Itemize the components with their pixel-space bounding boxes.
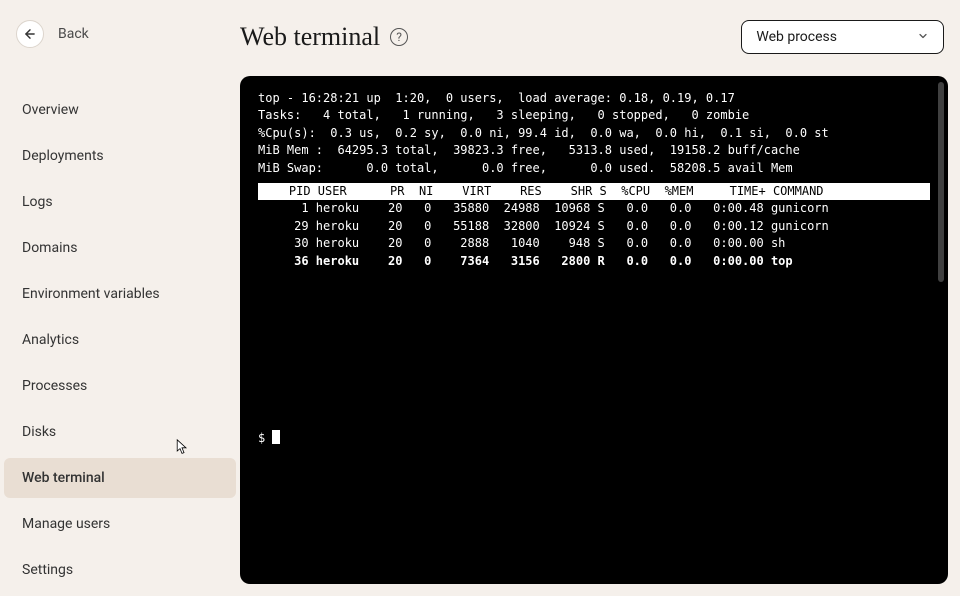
- sidebar-item-label: Settings: [22, 562, 73, 578]
- terminal-table-header: PID USER PR NI VIRT RES SHR S %CPU %MEM …: [258, 183, 930, 200]
- page-title-wrap: Web terminal ?: [240, 22, 408, 52]
- sidebar-item-label: Disks: [22, 424, 56, 440]
- terminal-summary-line: MiB Swap: 0.0 total, 0.0 free, 0.0 used.…: [258, 160, 930, 177]
- terminal-table-row: 36 heroku 20 0 7364 3156 2800 R 0.0 0.0 …: [258, 253, 930, 270]
- sidebar: Back Overview Deployments Logs Domains E…: [0, 0, 240, 596]
- sidebar-item-label: Overview: [22, 102, 79, 118]
- sidebar-item-analytics[interactable]: Analytics: [4, 320, 236, 360]
- main-content: Web terminal ? Web process top - 16:28:2…: [240, 0, 960, 596]
- terminal-process-table: PID USER PR NI VIRT RES SHR S %CPU %MEM …: [258, 183, 930, 270]
- sidebar-item-web-terminal[interactable]: Web terminal: [4, 458, 236, 498]
- sidebar-item-settings[interactable]: Settings: [4, 550, 236, 590]
- sidebar-item-label: Deployments: [22, 148, 104, 164]
- terminal-table-row: 30 heroku 20 0 2888 1040 948 S 0.0 0.0 0…: [258, 235, 930, 252]
- terminal[interactable]: top - 16:28:21 up 1:20, 0 users, load av…: [240, 76, 948, 584]
- terminal-summary-line: MiB Mem : 64295.3 total, 39823.3 free, 5…: [258, 142, 930, 159]
- sidebar-item-manage-users[interactable]: Manage users: [4, 504, 236, 544]
- header-row: Web terminal ? Web process: [240, 20, 948, 54]
- terminal-table-row: 29 heroku 20 0 55188 32800 10924 S 0.0 0…: [258, 218, 930, 235]
- sidebar-item-processes[interactable]: Processes: [4, 366, 236, 406]
- back-row: Back: [0, 20, 240, 60]
- help-icon[interactable]: ?: [390, 28, 408, 46]
- terminal-summary-line: top - 16:28:21 up 1:20, 0 users, load av…: [258, 90, 930, 107]
- sidebar-item-logs[interactable]: Logs: [4, 182, 236, 222]
- terminal-summary-line: %Cpu(s): 0.3 us, 0.2 sy, 0.0 ni, 99.4 id…: [258, 125, 930, 142]
- sidebar-item-label: Analytics: [22, 332, 79, 348]
- sidebar-item-environment-variables[interactable]: Environment variables: [4, 274, 236, 314]
- sidebar-item-label: Environment variables: [22, 286, 160, 302]
- sidebar-item-overview[interactable]: Overview: [4, 90, 236, 130]
- terminal-scrollbar[interactable]: [938, 82, 944, 282]
- sidebar-item-disks[interactable]: Disks: [4, 412, 236, 452]
- terminal-table-row: 1 heroku 20 0 35880 24988 10968 S 0.0 0.…: [258, 200, 930, 217]
- sidebar-item-deployments[interactable]: Deployments: [4, 136, 236, 176]
- sidebar-item-label: Domains: [22, 240, 77, 256]
- sidebar-item-label: Processes: [22, 378, 87, 394]
- sidebar-item-label: Manage users: [22, 516, 110, 532]
- page-title: Web terminal: [240, 22, 380, 52]
- back-label[interactable]: Back: [58, 26, 89, 42]
- terminal-prompt[interactable]: $: [258, 430, 930, 447]
- sidebar-item-label: Logs: [22, 194, 53, 210]
- terminal-summary-line: Tasks: 4 total, 1 running, 3 sleeping, 0…: [258, 107, 930, 124]
- sidebar-item-label: Web terminal: [22, 470, 105, 486]
- chevron-down-icon: [917, 30, 929, 45]
- back-button[interactable]: [16, 20, 44, 48]
- process-dropdown[interactable]: Web process: [741, 20, 944, 54]
- arrow-left-icon: [23, 27, 37, 41]
- prompt-symbol: $: [258, 431, 272, 445]
- sidebar-item-domains[interactable]: Domains: [4, 228, 236, 268]
- dropdown-selected-label: Web process: [756, 29, 837, 45]
- terminal-cursor: [272, 430, 280, 444]
